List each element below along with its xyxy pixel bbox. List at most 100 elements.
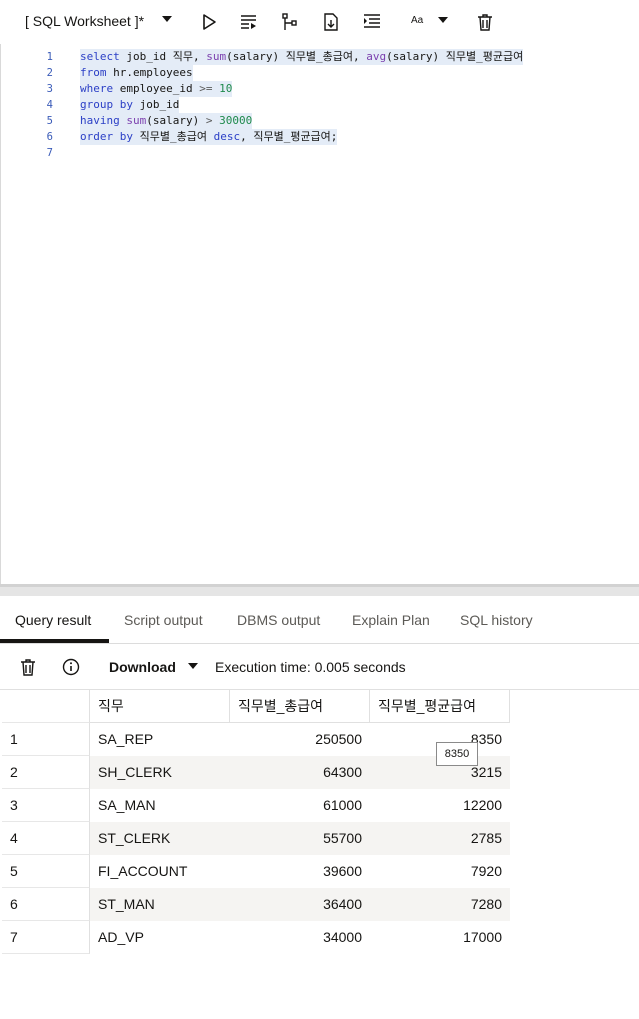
code-text: from hr.employees (80, 65, 193, 81)
tab-dbms-output[interactable]: DBMS output (237, 612, 320, 628)
code-line[interactable]: 3 where employee_id >= 10 (1, 81, 639, 97)
tab-script-output[interactable]: Script output (124, 612, 203, 628)
total-salary-cell[interactable]: 64300 (230, 756, 370, 789)
total-salary-cell[interactable]: 61000 (230, 789, 370, 822)
avg-salary-cell[interactable]: 17000 (370, 921, 510, 954)
format-code-icon[interactable] (361, 11, 383, 33)
code-token: avg (366, 50, 387, 63)
tab-explain-plan[interactable]: Explain Plan (352, 612, 430, 628)
table-row[interactable]: 2 SH_CLERK 64300 3215 (2, 756, 510, 789)
code-line[interactable]: 7 (1, 145, 639, 161)
row-number-header (2, 690, 90, 723)
table-row[interactable]: 5 FI_ACCOUNT 39600 7920 (2, 855, 510, 888)
code-line[interactable]: 2 from hr.employees (1, 65, 639, 81)
cell-tooltip: 8350 (436, 742, 478, 766)
table-row[interactable]: 3 SA_MAN 61000 12200 (2, 789, 510, 822)
autotrace-icon[interactable] (320, 11, 342, 33)
worksheet-menu-chevron-icon[interactable] (162, 16, 172, 22)
code-token: >= (199, 82, 213, 95)
table-row[interactable]: 4 ST_CLERK 55700 2785 (2, 822, 510, 855)
total-salary-cell[interactable]: 36400 (230, 888, 370, 921)
row-number-cell[interactable]: 1 (2, 723, 90, 756)
code-token: (salary) 직무별_총급여, (226, 50, 367, 63)
results-toolbar: Download Execution time: 0.005 seconds (0, 644, 639, 690)
row-number-cell[interactable]: 2 (2, 756, 90, 789)
code-token: select (80, 50, 120, 63)
avg-salary-cell[interactable]: 7920 (370, 855, 510, 888)
worksheet-toolbar: [ SQL Worksheet ]* Aa (0, 0, 639, 44)
code-text: having sum(salary) > 30000 (80, 113, 253, 129)
line-number: 6 (46, 131, 53, 143)
code-line[interactable]: 1 select job_id 직무, sum(salary) 직무별_총급여, … (1, 49, 639, 65)
job-cell[interactable]: SH_CLERK (90, 756, 230, 789)
code-token: (salary) 직무별_평균급여 (386, 50, 524, 63)
job-cell[interactable]: FI_ACCOUNT (90, 855, 230, 888)
total-salary-cell[interactable]: 39600 (230, 855, 370, 888)
job-cell[interactable]: SA_MAN (90, 789, 230, 822)
row-number-cell[interactable]: 7 (2, 921, 90, 954)
job-cell[interactable]: AD_VP (90, 921, 230, 954)
explain-plan-icon[interactable] (279, 11, 301, 33)
code-token: from (80, 66, 107, 79)
column-header[interactable]: 직무별_평균급여 (370, 690, 510, 723)
tab-query-result[interactable]: Query result (15, 612, 91, 628)
code-line[interactable]: 5 having sum(salary) > 30000 (1, 113, 639, 129)
row-number-cell[interactable]: 3 (2, 789, 90, 822)
run-statement-icon[interactable] (198, 11, 220, 33)
code-token: hr.employees (106, 66, 193, 79)
line-number: 2 (46, 67, 53, 79)
avg-salary-cell[interactable]: 2785 (370, 822, 510, 855)
job-cell[interactable]: ST_CLERK (90, 822, 230, 855)
column-header[interactable]: 직무 (90, 690, 230, 723)
code-text: order by 직무별_총급여 desc, 직무별_평균급여; (80, 129, 338, 145)
code-token: , 직무별_평균급여; (240, 130, 338, 143)
row-number-cell[interactable]: 6 (2, 888, 90, 921)
download-chevron-icon[interactable] (188, 663, 198, 669)
code-token: where (80, 82, 114, 95)
line-number: 5 (46, 115, 53, 127)
code-token: (salary) (146, 114, 206, 127)
row-number-cell[interactable]: 4 (2, 822, 90, 855)
total-salary-cell[interactable]: 55700 (230, 822, 370, 855)
avg-salary-cell[interactable]: 7280 (370, 888, 510, 921)
clear-trash-icon[interactable] (474, 11, 496, 33)
job-cell[interactable]: SA_REP (90, 723, 230, 756)
total-salary-cell[interactable]: 250500 (230, 723, 370, 756)
output-tabs: Query result Script output DBMS output E… (0, 598, 639, 644)
line-number: 7 (46, 147, 53, 159)
code-token: sum (126, 114, 147, 127)
total-salary-cell[interactable]: 34000 (230, 921, 370, 954)
column-header[interactable]: 직무별_총급여 (230, 690, 370, 723)
table-row[interactable]: 6 ST_MAN 36400 7280 (2, 888, 510, 921)
code-token: job_id (133, 98, 180, 111)
tab-sql-history[interactable]: SQL history (460, 612, 533, 628)
line-number: 1 (46, 51, 53, 63)
run-script-icon[interactable] (238, 11, 260, 33)
delete-results-icon[interactable] (18, 657, 38, 677)
code-line[interactable]: 6 order by 직무별_총급여 desc, 직무별_평균급여; (1, 129, 639, 145)
table-row[interactable]: 7 AD_VP 34000 17000 (2, 921, 510, 954)
table-row[interactable]: 1 SA_REP 250500 8350 (2, 723, 510, 756)
code-token: 10 (219, 82, 233, 95)
font-size-icon[interactable]: Aa (411, 15, 423, 26)
sql-editor[interactable]: 1 select job_id 직무, sum(salary) 직무별_총급여, … (0, 44, 639, 584)
pane-splitter[interactable] (0, 584, 639, 596)
code-text: select job_id 직무, sum(salary) 직무별_총급여, a… (80, 49, 524, 65)
download-button[interactable]: Download (109, 659, 176, 675)
avg-salary-cell[interactable]: 12200 (370, 789, 510, 822)
code-token: 30000 (219, 114, 253, 127)
worksheet-title[interactable]: [ SQL Worksheet ]* (25, 13, 144, 29)
font-size-chevron-icon[interactable] (438, 17, 448, 23)
grid-header-row: 직무 직무별_총급여 직무별_평균급여 (2, 690, 510, 723)
code-token: having (80, 114, 120, 127)
code-token: job_id 직무, (119, 50, 207, 63)
code-token: by (119, 98, 133, 111)
code-line[interactable]: 4 group by job_id (1, 97, 639, 113)
info-icon[interactable] (61, 657, 81, 677)
job-cell[interactable]: ST_MAN (90, 888, 230, 921)
row-number-cell[interactable]: 5 (2, 855, 90, 888)
code-text: group by job_id (80, 97, 180, 113)
execution-time: Execution time: 0.005 seconds (215, 659, 406, 675)
